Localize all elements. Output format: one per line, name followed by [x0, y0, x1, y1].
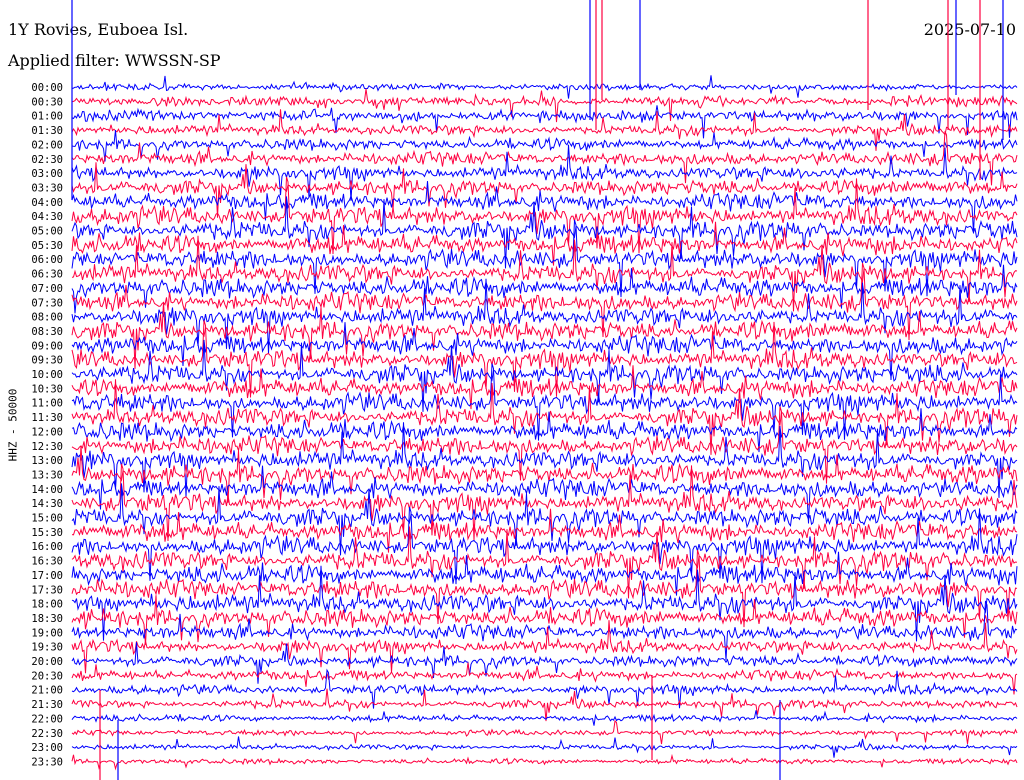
row-label-0300: 03:00	[31, 168, 63, 180]
row-label-1600: 16:00	[31, 541, 63, 553]
row-label-2000: 20:00	[31, 656, 63, 668]
row-label-1900: 19:00	[31, 627, 63, 639]
trace-0000	[71, 75, 1018, 99]
row-label-2200: 22:00	[31, 713, 63, 725]
row-label-0200: 02:00	[31, 139, 63, 151]
row-label-1700: 17:00	[31, 570, 63, 582]
row-label-1200: 12:00	[31, 426, 63, 438]
row-label-0900: 09:00	[31, 340, 63, 352]
row-label-2100: 21:00	[31, 685, 63, 697]
row-label-1000: 10:00	[31, 369, 63, 381]
row-label-0530: 05:30	[31, 240, 63, 252]
trace-2030	[71, 662, 1018, 695]
row-label-2330: 23:30	[31, 756, 63, 768]
row-label-0830: 08:30	[31, 326, 63, 338]
row-label-0730: 07:30	[31, 297, 63, 309]
row-label-1030: 10:30	[31, 383, 63, 395]
row-label-1300: 13:00	[31, 455, 63, 467]
row-label-group: 00:00 00:30 01:00 01:30 02:00 02:30 03:00 03:30…	[31, 82, 63, 768]
trace-0600	[71, 219, 1018, 298]
row-label-0000: 00:00	[31, 82, 63, 94]
trace-2230	[71, 719, 1018, 745]
trace-2000	[71, 642, 1018, 684]
helicorder-plot: 00:00 00:30 01:00 01:30 02:00 02:30 03:00 03:30…	[31, 0, 1018, 780]
row-label-0230: 02:30	[31, 154, 63, 166]
row-label-0130: 01:30	[31, 125, 63, 137]
row-label-1530: 15:30	[31, 527, 63, 539]
trace-0800	[71, 278, 1018, 354]
trace-2330	[71, 753, 1018, 771]
row-label-1930: 19:30	[31, 642, 63, 654]
row-label-0800: 08:00	[31, 312, 63, 324]
row-label-0630: 06:30	[31, 269, 63, 281]
row-label-1800: 18:00	[31, 599, 63, 611]
row-label-1830: 18:30	[31, 613, 63, 625]
row-label-0600: 06:00	[31, 254, 63, 266]
trace-1900	[71, 600, 1018, 661]
row-label-0430: 04:30	[31, 211, 63, 223]
row-label-1230: 12:30	[31, 441, 63, 453]
row-label-1130: 11:30	[31, 412, 63, 424]
filter-label: Applied filter: WWSSN-SP	[8, 51, 221, 70]
trace-2300	[71, 736, 1018, 758]
row-label-0500: 05:00	[31, 226, 63, 238]
trace-0830	[71, 301, 1018, 369]
row-label-1730: 17:30	[31, 584, 63, 596]
row-label-1400: 14:00	[31, 484, 63, 496]
row-label-0930: 09:30	[31, 355, 63, 367]
row-label-2300: 23:00	[31, 742, 63, 754]
row-label-2130: 21:30	[31, 699, 63, 711]
row-label-0700: 07:00	[31, 283, 63, 295]
row-label-0330: 03:30	[31, 182, 63, 194]
trace-group	[71, 0, 1018, 780]
row-label-2230: 22:30	[31, 728, 63, 740]
row-label-0400: 04:00	[31, 197, 63, 209]
row-label-1430: 14:30	[31, 498, 63, 510]
row-label-1500: 15:00	[31, 513, 63, 525]
row-label-0100: 01:00	[31, 111, 63, 123]
row-label-2030: 20:30	[31, 670, 63, 682]
trace-2200	[71, 710, 1018, 726]
channel-label: HHZ - 50000	[6, 388, 20, 462]
row-label-0030: 00:30	[31, 96, 63, 108]
row-label-1330: 13:30	[31, 469, 63, 481]
trace-2130	[71, 688, 1018, 722]
row-label-1630: 16:30	[31, 556, 63, 568]
row-label-1100: 11:00	[31, 398, 63, 410]
